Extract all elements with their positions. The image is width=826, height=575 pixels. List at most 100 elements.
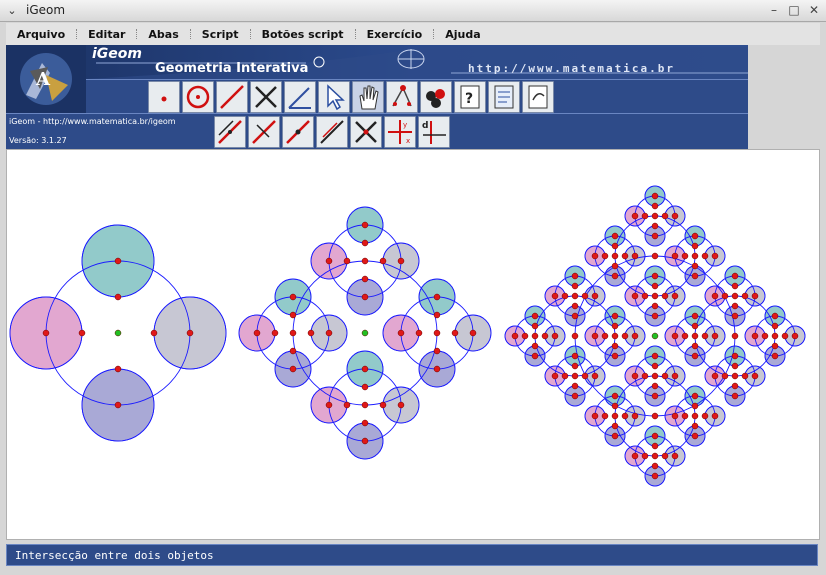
intersection-point[interactable]	[751, 332, 759, 340]
intersection-point[interactable]	[611, 342, 619, 350]
intersection-point[interactable]	[731, 352, 739, 360]
intersection-point[interactable]	[691, 232, 699, 240]
perpendicular-tool-button[interactable]	[248, 116, 280, 148]
intersection-point[interactable]	[731, 382, 739, 390]
menu-arquivo[interactable]: Arquivo	[6, 28, 76, 41]
intersection-point[interactable]	[289, 347, 297, 355]
intersection-point[interactable]	[114, 365, 122, 373]
intersection-point[interactable]	[691, 312, 699, 320]
intersection-point[interactable]	[361, 401, 369, 409]
intersection-point[interactable]	[691, 422, 699, 430]
intersection-point[interactable]	[611, 352, 619, 360]
intersection-point[interactable]	[42, 329, 50, 337]
intersection-point[interactable]	[433, 329, 441, 337]
intersection-point[interactable]	[361, 365, 369, 373]
intersection-point[interactable]	[271, 329, 279, 337]
intersection-point[interactable]	[289, 365, 297, 373]
minimize-button[interactable]: –	[766, 3, 782, 19]
intersection-point[interactable]	[741, 372, 749, 380]
intersection-point[interactable]	[571, 352, 579, 360]
intersection-point[interactable]	[651, 212, 659, 220]
intersection-point[interactable]	[641, 452, 649, 460]
intersection-point[interactable]	[611, 242, 619, 250]
intersection-point[interactable]	[397, 401, 405, 409]
intersection-point[interactable]	[661, 212, 669, 220]
intersection-point[interactable]	[781, 332, 789, 340]
intersection-point[interactable]	[591, 252, 599, 260]
intersection-point[interactable]	[531, 322, 539, 330]
menu-editar[interactable]: Editar	[77, 28, 136, 41]
intersection-point[interactable]	[631, 412, 639, 420]
intersection-point[interactable]	[651, 302, 659, 310]
intersection-point[interactable]	[325, 329, 333, 337]
intersection-point[interactable]	[571, 272, 579, 280]
intersection-point[interactable]	[691, 432, 699, 440]
intersection-point[interactable]	[591, 372, 599, 380]
intersection-point[interactable]	[531, 332, 539, 340]
intersection-point[interactable]	[731, 272, 739, 280]
circle-tool-button[interactable]	[182, 81, 214, 113]
intersection-point[interactable]	[651, 352, 659, 360]
intersection-point[interactable]	[511, 332, 519, 340]
intersection-point[interactable]	[651, 232, 659, 240]
intersection-point[interactable]	[289, 311, 297, 319]
intersection-point[interactable]	[731, 302, 739, 310]
intersection-point[interactable]	[611, 402, 619, 410]
intersection-point[interactable]	[731, 332, 739, 340]
intersection-point[interactable]	[571, 392, 579, 400]
intersection-point[interactable]	[253, 329, 261, 337]
intersection-point[interactable]	[651, 202, 659, 210]
intersection-point[interactable]	[114, 401, 122, 409]
menu-exercicio[interactable]: Exercício	[356, 28, 434, 41]
export-document-button[interactable]	[522, 81, 554, 113]
intersection-point[interactable]	[150, 329, 158, 337]
center-point[interactable]	[651, 332, 659, 340]
intersection-point[interactable]	[691, 402, 699, 410]
intersection-point[interactable]	[571, 362, 579, 370]
intersection-point[interactable]	[631, 252, 639, 260]
intersection-point[interactable]	[731, 362, 739, 370]
intersection-point[interactable]	[631, 292, 639, 300]
point-tool-button[interactable]	[148, 81, 180, 113]
intersection-point[interactable]	[691, 242, 699, 250]
intersection-point[interactable]	[681, 412, 689, 420]
intersection-point[interactable]	[761, 332, 769, 340]
intersection-point[interactable]	[771, 312, 779, 320]
intersection-point[interactable]	[361, 293, 369, 301]
intersection-point[interactable]	[397, 329, 405, 337]
intersection-point[interactable]	[751, 292, 759, 300]
intersection-point[interactable]	[571, 372, 579, 380]
intersection-point[interactable]	[641, 372, 649, 380]
intersection-point[interactable]	[681, 332, 689, 340]
intersection-point[interactable]	[651, 412, 659, 420]
intersection-point[interactable]	[611, 392, 619, 400]
intersection-point[interactable]	[741, 292, 749, 300]
intersection-point[interactable]	[601, 252, 609, 260]
line-tool-button[interactable]	[216, 81, 248, 113]
intersection-point[interactable]	[521, 332, 529, 340]
intersection-point[interactable]	[78, 329, 86, 337]
intersection-point[interactable]	[571, 312, 579, 320]
intersection-point[interactable]	[651, 362, 659, 370]
intersection-point[interactable]	[433, 311, 441, 319]
maximize-button[interactable]: □	[786, 3, 802, 19]
intersection-point[interactable]	[711, 252, 719, 260]
intersection-point[interactable]	[531, 352, 539, 360]
intersection-point[interactable]	[731, 372, 739, 380]
center-point[interactable]	[361, 329, 369, 337]
help-button[interactable]: ?	[454, 81, 486, 113]
drawing-canvas[interactable]	[6, 149, 820, 540]
intersection-point[interactable]	[731, 282, 739, 290]
intersection-point[interactable]	[611, 432, 619, 440]
intersection-point[interactable]	[361, 437, 369, 445]
intersection-point[interactable]	[721, 372, 729, 380]
intersection-point[interactable]	[561, 372, 569, 380]
intersection-point[interactable]	[551, 332, 559, 340]
intersection-point[interactable]	[451, 329, 459, 337]
intersection-tool-button[interactable]	[250, 81, 282, 113]
intersection-point[interactable]	[651, 462, 659, 470]
intersection-point[interactable]	[691, 412, 699, 420]
select-tool-button[interactable]	[318, 81, 350, 113]
intersection-point[interactable]	[361, 221, 369, 229]
intersection-point[interactable]	[641, 292, 649, 300]
